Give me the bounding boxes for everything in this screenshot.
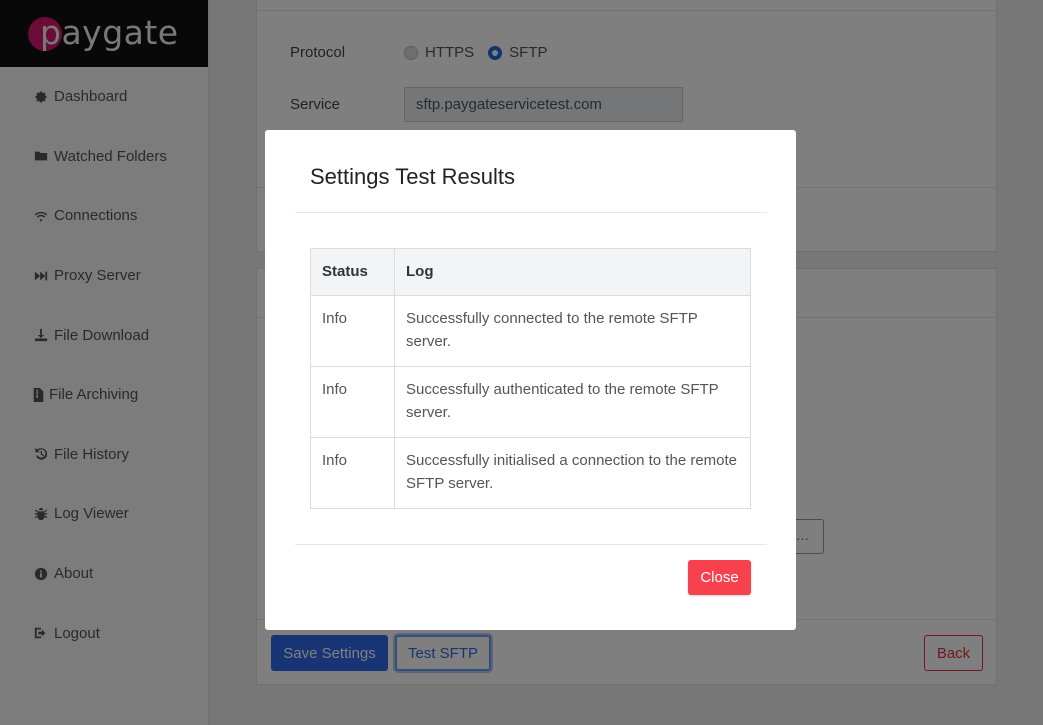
column-header-log: Log (394, 248, 751, 296)
table-row: Info Successfully authenticated to the r… (310, 366, 751, 438)
table-header-row: Status Log (310, 248, 751, 296)
modal-title: Settings Test Results (310, 164, 516, 189)
divider (295, 544, 767, 545)
table-row: Info Successfully connected to the remot… (310, 295, 751, 367)
close-button[interactable]: Close (688, 560, 751, 595)
log-cell: Successfully authenticated to the remote… (394, 366, 751, 438)
divider (295, 212, 767, 213)
column-header-status: Status (310, 248, 395, 296)
table-row: Info Successfully initialised a connecti… (310, 437, 751, 509)
log-cell: Successfully connected to the remote SFT… (394, 295, 751, 367)
status-cell: Info (310, 437, 395, 509)
status-cell: Info (310, 295, 395, 367)
settings-test-results-modal: Settings Test Results Status Log Info Su… (265, 130, 796, 630)
status-cell: Info (310, 366, 395, 438)
log-cell: Successfully initialised a connection to… (394, 437, 751, 509)
results-table: Status Log Info Successfully connected t… (310, 248, 751, 509)
